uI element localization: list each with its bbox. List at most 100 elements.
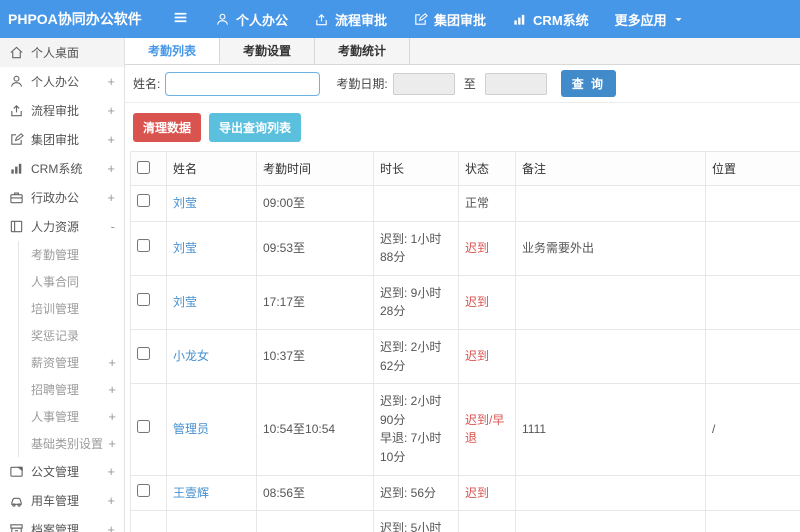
attendance-name-link[interactable]: 管理员 [173,422,209,436]
column-header-5: 位置 [705,151,800,186]
remark-cell [515,274,706,330]
sidebar-item-label: 行政办公 [31,191,80,205]
status-cell: 迟到 [458,474,516,512]
clean-data-button[interactable]: 清理数据 [133,113,202,142]
sidebar-subitem-1[interactable]: 人事合同 [19,268,124,295]
select-all-checkbox[interactable] [137,160,150,174]
table-header-row: 姓名 考勤时间 时长 状态 备注 位置 [130,151,800,186]
menu-toggle-button[interactable] [172,9,189,29]
tab-0[interactable]: 考勤列表 [125,38,221,64]
table-row: 刘莹 09:00至 正常 [130,185,800,222]
sidebar-item-label: 个人办公 [31,75,80,89]
nav-item-1[interactable]: 流程审批 [314,10,387,29]
row-checkbox[interactable] [137,293,150,307]
expand-toggle[interactable]: + [107,161,115,176]
sidebar-subitem-label: 薪资管理 [31,356,80,370]
expand-toggle[interactable]: + [108,436,116,451]
sidebar-subitem-2[interactable]: 培训管理 [19,295,124,322]
tab-2[interactable]: 考勤统计 [315,38,411,64]
duration-line: 迟到: 1小时88分 [380,231,442,265]
archive-icon [9,522,24,532]
query-button[interactable]: 查 询 [560,70,617,97]
row-checkbox-cell [130,474,167,512]
attendance-name-link[interactable]: 小龙女 [173,349,209,363]
expand-toggle[interactable]: + [108,382,116,397]
sidebar-item-7[interactable]: 公文管理 + [0,457,124,486]
row-checkbox-cell [130,220,167,276]
column-header-2: 时长 [373,151,459,186]
sidebar-subitem-5[interactable]: 招聘管理 + [19,376,124,403]
sidebar-item-0[interactable]: 个人桌面 [0,38,124,67]
nav-item-4[interactable]: 更多应用 [615,10,684,29]
sidebar-item-1[interactable]: 个人办公 + [0,67,124,96]
attendance-name-link[interactable]: 刘莹 [173,241,197,255]
remark-cell [515,185,706,222]
name-input[interactable] [165,71,321,96]
export-list-button[interactable]: 导出查询列表 [209,113,302,142]
expand-toggle[interactable]: + [107,190,115,205]
attendance-name-link[interactable]: 王壹辉 [173,486,209,500]
sidebar-item-4[interactable]: CRM系统 + [0,154,124,183]
nav-item-label: 更多应用 [614,12,667,28]
book-icon [9,219,24,234]
row-checkbox[interactable] [137,347,150,361]
action-buttons: 清理数据 导出查询列表 [125,103,800,151]
sidebar-submenu: 考勤管理 人事合同 培训管理 奖惩记录 薪资管理 + 招聘管理 + 人事管理 + 基础类别设置 + [18,241,124,457]
attendance-name-link[interactable]: 刘莹 [173,295,197,309]
row-checkbox[interactable] [137,194,150,207]
sidebar-item-8[interactable]: 用车管理 + [0,486,124,515]
nav-item-3[interactable]: CRM系统 [512,10,589,29]
location-cell [705,220,800,276]
date-to-input[interactable] [484,72,547,95]
app-logo: PHPOA协同办公软件 [8,11,142,27]
expand-toggle[interactable]: + [108,409,116,424]
row-checkbox[interactable] [137,420,150,434]
sidebar-item-3[interactable]: 集团审批 + [0,125,124,154]
status-cell: 迟到 [458,328,516,385]
sidebar-item-9[interactable]: 档案管理 + [0,515,124,532]
duration-cell: 迟到: 56分 [373,474,459,512]
expand-toggle[interactable]: + [107,493,115,508]
date-from-input[interactable] [392,72,455,95]
row-checkbox-cell [130,383,167,476]
row-checkbox[interactable] [137,238,150,252]
duration-line: 迟到: 9小时28分 [380,285,442,319]
expand-toggle[interactable]: + [107,103,115,118]
sidebar-subitem-7[interactable]: 基础类别设置 + [19,430,124,457]
expand-toggle[interactable]: + [107,464,115,479]
chart-icon [512,12,527,27]
sidebar-item-5[interactable]: 行政办公 + [0,183,124,212]
attendance-name-link[interactable]: 刘莹 [173,196,197,210]
expand-toggle[interactable]: + [107,74,115,89]
sidebar-subitem-0[interactable]: 考勤管理 [19,241,124,268]
location-cell: / [705,383,800,476]
tab-1[interactable]: 考勤设置 [220,38,316,64]
nav-item-0[interactable]: 个人办公 [215,10,288,29]
expand-toggle[interactable]: + [107,522,115,532]
sidebar-item-6[interactable]: 人力资源 - [0,212,124,241]
sidebar-subitem-4[interactable]: 薪资管理 + [19,349,124,376]
expand-toggle[interactable]: - [111,219,115,234]
location-cell: / [705,510,800,532]
column-header-0: 姓名 [166,151,257,186]
column-header-4: 备注 [515,151,706,186]
duration-line: 迟到: 2小时90分 [380,394,442,427]
sidebar-item-2[interactable]: 流程审批 + [0,96,124,125]
sidebar-subitem-label: 培训管理 [31,302,80,316]
nav-item-2[interactable]: 集团审批 [413,10,486,29]
row-checkbox-cell [130,274,167,330]
sidebar-subitem-6[interactable]: 人事管理 + [19,403,124,430]
expand-toggle[interactable]: + [108,355,116,370]
status-badge: 迟到 [465,295,490,310]
expand-toggle[interactable]: + [107,132,115,147]
sidebar-subitem-label: 招聘管理 [31,383,80,397]
row-checkbox[interactable] [137,483,150,497]
sidebar-subitem-3[interactable]: 奖惩记录 [19,322,124,349]
main-content: 考勤列表 考勤设置 考勤统计 姓名: 考勤日期: 至 查 询 清理数据 导出查询列表… [125,38,800,532]
sidebar-subitem-label: 人事合同 [31,275,80,289]
status-cell: 迟到 [458,274,516,330]
sidebar-item-label: 档案管理 [31,523,80,532]
remark-cell: 1111 [515,383,706,476]
status-badge: 迟到 [465,485,490,500]
status-cell: 迟到/早退 [458,510,516,532]
